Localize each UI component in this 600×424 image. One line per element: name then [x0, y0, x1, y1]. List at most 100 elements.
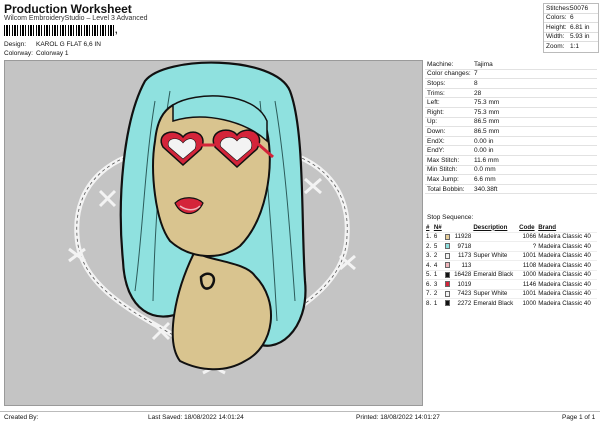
info-value: 8: [474, 79, 478, 87]
stats-label: Height:: [546, 23, 567, 31]
table-row: 8. 1 2272 Emerald Black 1000 Madeira Classic …: [425, 298, 597, 308]
code-cell: ?: [518, 241, 538, 251]
info-row: Max Stitch: 11.6 mm: [425, 156, 597, 166]
page-number: Page 1 of 1: [562, 414, 596, 421]
info-value: 0.0 mm: [474, 166, 496, 174]
design-value: KAROL G FLAT 6,6 IN: [36, 41, 101, 48]
info-label: Max Stitch:: [427, 156, 460, 164]
needle-cell: 2: [432, 250, 444, 261]
number-cell: 1019: [451, 279, 473, 289]
info-value: 11.6 mm: [474, 156, 499, 164]
info-value: 75.3 mm: [474, 99, 500, 107]
info-row: Right: 75.3 mm: [425, 108, 597, 118]
color-swatch: [444, 262, 450, 269]
info-value: 0.00 in: [474, 137, 494, 145]
footer: Created By: Last Saved: 18/08/2022 14:01…: [0, 411, 600, 424]
stats-value: 1:1: [570, 43, 580, 51]
color-swatch: [444, 233, 450, 240]
info-value: 86.5 mm: [474, 127, 500, 135]
info-value: 7: [474, 70, 478, 78]
brand-cell: Madeira Classic 40: [537, 231, 597, 242]
number-cell: 11928: [451, 231, 473, 242]
description-cell: [472, 231, 519, 242]
col-stop: #: [426, 223, 430, 231]
info-label: EndY:: [427, 147, 445, 155]
info-label: Right:: [427, 108, 444, 116]
number-cell: 1173: [451, 250, 473, 261]
description-cell: [472, 260, 519, 270]
number-cell: 113: [451, 260, 473, 270]
number-cell: 2272: [451, 298, 473, 308]
info-label: EndX:: [427, 137, 445, 145]
table-row: 1. 6 11928 1066 Madeira Classic 40: [425, 231, 597, 242]
needle-cell: 2: [432, 288, 444, 299]
description-cell: [472, 279, 519, 289]
table-row: 2. 5 9718? Madeira Classic 40: [425, 241, 597, 251]
colorway-label: Colorway:: [4, 50, 33, 57]
last-saved: Last Saved: 18/08/2022 14:01:24: [148, 414, 244, 421]
code-cell: 1000: [518, 269, 538, 280]
info-row: Min Stitch: 0.0 mm: [425, 166, 597, 176]
design-label: Design:: [4, 41, 27, 48]
info-label: Max Jump:: [427, 175, 459, 183]
stats-row: Height: 6.81 in: [544, 23, 598, 33]
color-swatch: [444, 271, 450, 278]
stats-label: Width:: [546, 33, 565, 41]
info-label: Trims:: [427, 89, 445, 97]
info-value: 86.5 mm: [474, 118, 500, 126]
code-cell: 1000: [518, 298, 538, 308]
description-cell: Super White: [472, 288, 519, 299]
stop-cell: 6.: [425, 279, 433, 289]
needle-cell: 1: [432, 298, 444, 308]
info-label: Machine:: [427, 60, 454, 68]
stats-row: Colors: 6: [544, 14, 598, 23]
info-value: 75.3 mm: [474, 108, 500, 116]
needle-cell: 4: [432, 260, 444, 270]
stats-value: 6: [570, 14, 574, 22]
info-row: Total Bobbin: 340.38ft: [425, 185, 597, 195]
col-description: Description: [473, 223, 508, 231]
info-label: Min Stitch:: [427, 166, 458, 174]
stop-sequence-table: # N# Description Code Brand 1. 6 11928 1066…: [425, 223, 597, 308]
info-value: Tajima: [474, 60, 493, 68]
number-cell: 16428: [451, 269, 473, 280]
stop-cell: 3.: [425, 250, 433, 261]
stats-row: Stitches: 50076: [544, 4, 598, 14]
info-label: Up:: [427, 118, 438, 126]
embroidery-illustration: [68, 61, 356, 375]
info-value: 0.00 in: [474, 147, 494, 155]
swatch-cell: [443, 250, 452, 261]
info-row: Left: 75.3 mm: [425, 98, 597, 108]
stop-sequence-title: Stop Sequence:: [427, 214, 474, 221]
info-row: Machine: Tajima: [425, 60, 597, 70]
info-row: EndY: 0.00 in: [425, 146, 597, 156]
description-cell: Super White: [472, 250, 519, 261]
stats-box: Stitches: 50076 Colors: 6 Height: 6.81 in W…: [543, 3, 599, 53]
page-title: Production Worksheet: [4, 2, 132, 16]
machine-info: Machine: Tajima Color changes: 7 Stops: 8 T…: [425, 60, 597, 195]
swatch-cell: [443, 279, 452, 289]
colorway-value: Colorway 1: [36, 50, 69, 57]
brand-cell: Madeira Classic 40: [537, 298, 597, 308]
swatch-cell: [443, 298, 452, 308]
info-value: 340.38ft: [474, 185, 498, 193]
stop-sequence-body: 1. 6 11928 1066 Madeira Classic 40 2. 5 9718? Ma…: [425, 231, 597, 308]
swatch-cell: [443, 269, 452, 280]
col-swatch: [444, 223, 452, 232]
brand-cell: Madeira Classic 40: [537, 250, 597, 261]
printed-date: Printed: 18/08/2022 14:01:27: [356, 414, 440, 421]
number-cell: 7423: [451, 288, 473, 299]
stop-cell: 4.: [425, 260, 433, 270]
needle-cell: 6: [432, 231, 444, 242]
info-row: EndX: 0.00 in: [425, 137, 597, 147]
table-row: 3. 2 1173 Super White 1001 Madeira Classic 40: [425, 250, 597, 261]
swatch-cell: [443, 241, 452, 251]
design-preview: [4, 60, 423, 406]
info-row: Stops: 8: [425, 79, 597, 89]
needle-cell: 3: [432, 279, 444, 289]
barcode-mark: ,: [115, 25, 118, 35]
col-needle: N#: [433, 223, 442, 231]
table-row: 7. 2 7423 Super White 1001 Madeira Classic 40: [425, 288, 597, 299]
table-row: 6. 3 1019 1146 Madeira Classic 40: [425, 279, 597, 289]
description-cell: Emerald Black: [472, 298, 519, 308]
